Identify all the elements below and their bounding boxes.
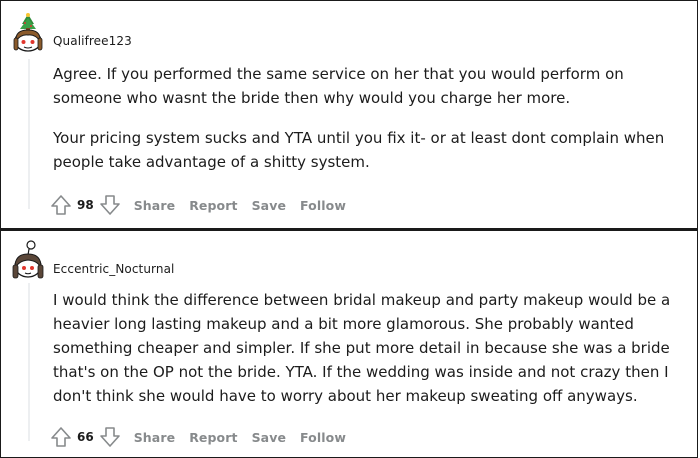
snoo-avatar-icon [13,13,43,52]
comment-paragraph: Your pricing system sucks and YTA until … [53,129,665,171]
comment-action-bar: 98 Share Report Save Follow [49,193,346,217]
comment-action-bar: 66 Share Report Save Follow [49,425,346,449]
thread-line[interactable] [28,59,30,209]
comment-paragraph: I would think the difference between bri… [53,291,671,405]
user-avatar[interactable] [9,239,47,285]
comment-username[interactable]: Qualifree123 [53,34,132,48]
downvote-icon[interactable] [98,425,122,449]
vote-count: 66 [77,430,94,444]
comment-card: Qualifree123 Agree. If you performed the… [0,0,698,229]
downvote-icon[interactable] [98,193,122,217]
report-button[interactable]: Report [189,198,237,213]
snoo-avatar-icon [12,240,44,279]
comment-body: I would think the difference between bri… [53,288,693,408]
user-avatar[interactable] [9,13,47,59]
comment-card: Eccentric_Nocturnal I would think the di… [0,229,698,458]
report-button[interactable]: Report [189,430,237,445]
comment-username[interactable]: Eccentric_Nocturnal [53,262,174,276]
upvote-icon[interactable] [49,425,73,449]
follow-button[interactable]: Follow [300,198,346,213]
save-button[interactable]: Save [252,198,286,213]
share-button[interactable]: Share [134,198,175,213]
share-button[interactable]: Share [134,430,175,445]
save-button[interactable]: Save [252,430,286,445]
upvote-icon[interactable] [49,193,73,217]
thread-line[interactable] [28,283,30,441]
comment-paragraph: Agree. If you performed the same service… [53,65,624,107]
follow-button[interactable]: Follow [300,430,346,445]
vote-count: 98 [77,198,94,212]
comment-body: Agree. If you performed the same service… [53,62,693,174]
